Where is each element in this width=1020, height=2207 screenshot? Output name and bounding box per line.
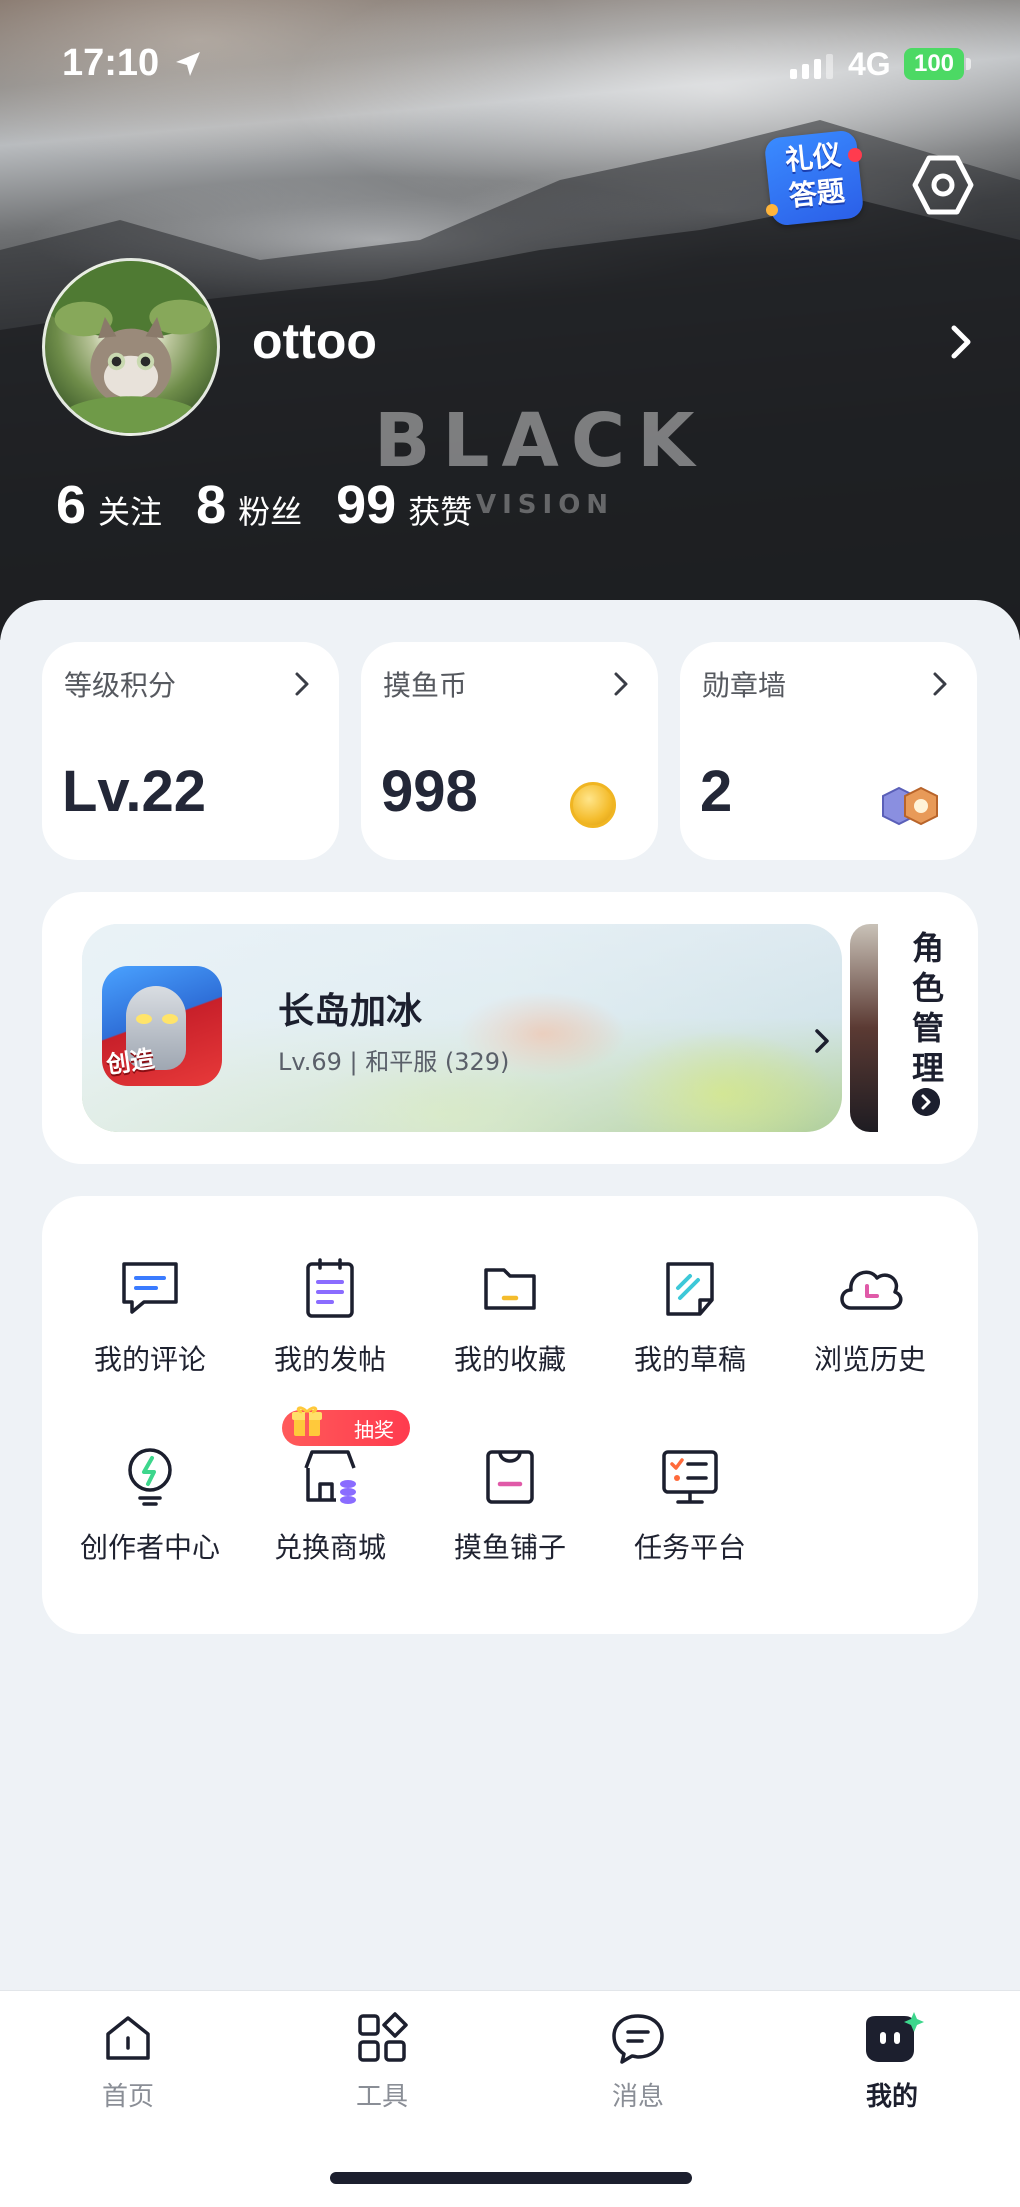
game-icon-eye-right bbox=[162, 1014, 178, 1024]
bag-icon bbox=[486, 1450, 534, 1504]
tab-home-label: 首页 bbox=[101, 2082, 154, 2112]
battery-indicator: 100 bbox=[904, 48, 964, 80]
quiz-badge-text: 礼仪 答题 bbox=[768, 136, 861, 217]
home-icon bbox=[106, 2016, 150, 2060]
tab-mine-label: 我的 bbox=[865, 2082, 918, 2112]
gift-icon bbox=[292, 1406, 322, 1436]
fish-shop-item[interactable]: 摸鱼铺子 bbox=[420, 1444, 600, 1566]
game-account-section: 创造 长岛加冰 Lv.69 | 和平服 (329) 角 色 管 理 bbox=[42, 892, 978, 1164]
role-label-char-1: 角 bbox=[911, 929, 944, 967]
tab-mine[interactable]: 我的 bbox=[822, 2010, 962, 2113]
my-drafts-label: 我的草稿 bbox=[633, 1343, 746, 1376]
stat-following-value: 6 bbox=[56, 475, 87, 535]
game-app-icon: 创造 bbox=[102, 966, 222, 1086]
comment-icon bbox=[122, 1262, 178, 1314]
role-label-char-3: 管 bbox=[911, 1009, 944, 1047]
status-time: 17:10 bbox=[62, 42, 160, 84]
chevron-right-icon bbox=[933, 672, 947, 696]
quiz-badge-yellow-dot bbox=[766, 204, 778, 216]
task-platform-item[interactable]: 任务平台 bbox=[600, 1444, 780, 1566]
tab-tools-label: 工具 bbox=[355, 2082, 408, 2112]
kitten-avatar-image bbox=[45, 261, 217, 433]
creator-center-item[interactable]: 创作者中心 bbox=[60, 1444, 240, 1566]
stat-following-label: 关注 bbox=[98, 493, 163, 531]
home-indicator[interactable] bbox=[330, 2172, 692, 2184]
network-type: 4G bbox=[848, 46, 891, 82]
level-value: Lv.22 bbox=[62, 759, 207, 824]
browse-history-item[interactable]: 浏览历史 bbox=[780, 1256, 960, 1378]
my-posts-item[interactable]: 我的发帖 bbox=[240, 1256, 420, 1378]
stat-followers[interactable]: 8 粉丝 bbox=[196, 474, 302, 536]
exchange-mall-item[interactable]: 兑换商城 bbox=[240, 1444, 420, 1566]
draft-icon bbox=[666, 1262, 714, 1316]
game-account-card[interactable]: 创造 长岛加冰 Lv.69 | 和平服 (329) bbox=[82, 924, 842, 1132]
task-board-icon bbox=[662, 1450, 718, 1504]
game-character-name: 长岛加冰 bbox=[278, 991, 423, 1032]
message-icon bbox=[612, 2014, 664, 2064]
folder-icon bbox=[484, 1268, 536, 1310]
game-icon-eye-left bbox=[136, 1014, 152, 1024]
tab-messages-label: 消息 bbox=[611, 2082, 664, 2112]
fish-coin-card[interactable]: 摸鱼币 998 bbox=[361, 642, 658, 860]
role-management-arrow-icon[interactable] bbox=[912, 1088, 940, 1116]
lightbulb-icon bbox=[128, 1448, 172, 1506]
chevron-right-icon bbox=[614, 672, 628, 696]
fish-coin-value: 998 bbox=[381, 759, 478, 824]
medal-count-value: 2 bbox=[700, 759, 733, 824]
level-points-title: 等级积分 bbox=[64, 669, 177, 702]
chevron-right-icon bbox=[295, 672, 309, 696]
fish-coin-title: 摸鱼币 bbox=[383, 669, 468, 702]
battery-tip bbox=[966, 58, 971, 70]
my-posts-label: 我的发帖 bbox=[273, 1343, 386, 1376]
medal-wall-card[interactable]: 勋章墙 2 bbox=[680, 642, 977, 860]
creator-center-label: 创作者中心 bbox=[79, 1531, 220, 1564]
task-platform-label: 任务平台 bbox=[633, 1531, 746, 1564]
my-drafts-item[interactable]: 我的草稿 bbox=[600, 1256, 780, 1378]
stat-likes-value: 99 bbox=[336, 475, 397, 535]
my-favorites-item[interactable]: 我的收藏 bbox=[420, 1256, 600, 1378]
medal-wall-title: 勋章墙 bbox=[702, 669, 787, 702]
game-icon-logo-text: 创造 bbox=[104, 1044, 157, 1080]
summary-cards: 等级积分 Lv.22 摸鱼币 998 勋章墙 2 bbox=[42, 642, 977, 860]
mine-icon bbox=[866, 2012, 924, 2062]
stat-likes[interactable]: 99 获赞 bbox=[336, 474, 472, 536]
username[interactable]: ottoo bbox=[252, 312, 377, 370]
game-character-detail: Lv.69 | 和平服 (329) bbox=[278, 1048, 510, 1076]
avatar[interactable] bbox=[42, 258, 220, 436]
fish-shop-label: 摸鱼铺子 bbox=[453, 1531, 566, 1564]
etiquette-quiz-badge[interactable]: 礼仪 答题 bbox=[763, 129, 865, 227]
stat-following[interactable]: 6 关注 bbox=[56, 474, 162, 536]
chevron-right-icon bbox=[815, 1029, 829, 1053]
exchange-mall-label: 兑换商城 bbox=[273, 1531, 386, 1564]
role-management-label[interactable]: 角 色 管 理 bbox=[908, 928, 948, 1088]
level-points-card[interactable]: 等级积分 Lv.22 bbox=[42, 642, 339, 860]
browse-history-label: 浏览历史 bbox=[813, 1343, 926, 1376]
stat-likes-label: 获赞 bbox=[408, 493, 473, 531]
medals-icon bbox=[882, 786, 938, 826]
tools-grid-icon bbox=[358, 2012, 408, 2062]
coin-icon bbox=[570, 782, 616, 828]
tab-tools[interactable]: 工具 bbox=[312, 2010, 452, 2113]
profile-stats: 6 关注 8 粉丝 99 获赞 bbox=[56, 474, 506, 536]
my-favorites-label: 我的收藏 bbox=[453, 1343, 566, 1376]
stat-followers-value: 8 bbox=[196, 475, 227, 535]
hero-watermark-title: BLACK bbox=[374, 398, 707, 484]
location-arrow-icon bbox=[176, 52, 200, 76]
profile-chevron-right-icon[interactable] bbox=[946, 322, 976, 362]
role-label-char-4: 理 bbox=[911, 1049, 944, 1087]
signal-strength-icon bbox=[790, 54, 833, 79]
next-game-card-peek[interactable] bbox=[850, 924, 878, 1132]
quiz-badge-red-dot bbox=[848, 148, 862, 162]
my-comments-label: 我的评论 bbox=[93, 1343, 206, 1376]
history-cloud-icon bbox=[840, 1270, 903, 1310]
settings-hexagon-icon[interactable] bbox=[910, 152, 976, 218]
tab-messages[interactable]: 消息 bbox=[568, 2010, 708, 2113]
stat-followers-label: 粉丝 bbox=[238, 493, 303, 531]
tab-home[interactable]: 首页 bbox=[58, 2010, 198, 2113]
post-icon bbox=[306, 1258, 354, 1318]
role-label-char-2: 色 bbox=[911, 969, 944, 1007]
shop-icon bbox=[304, 1450, 356, 1504]
my-comments-item[interactable]: 我的评论 bbox=[60, 1256, 240, 1378]
